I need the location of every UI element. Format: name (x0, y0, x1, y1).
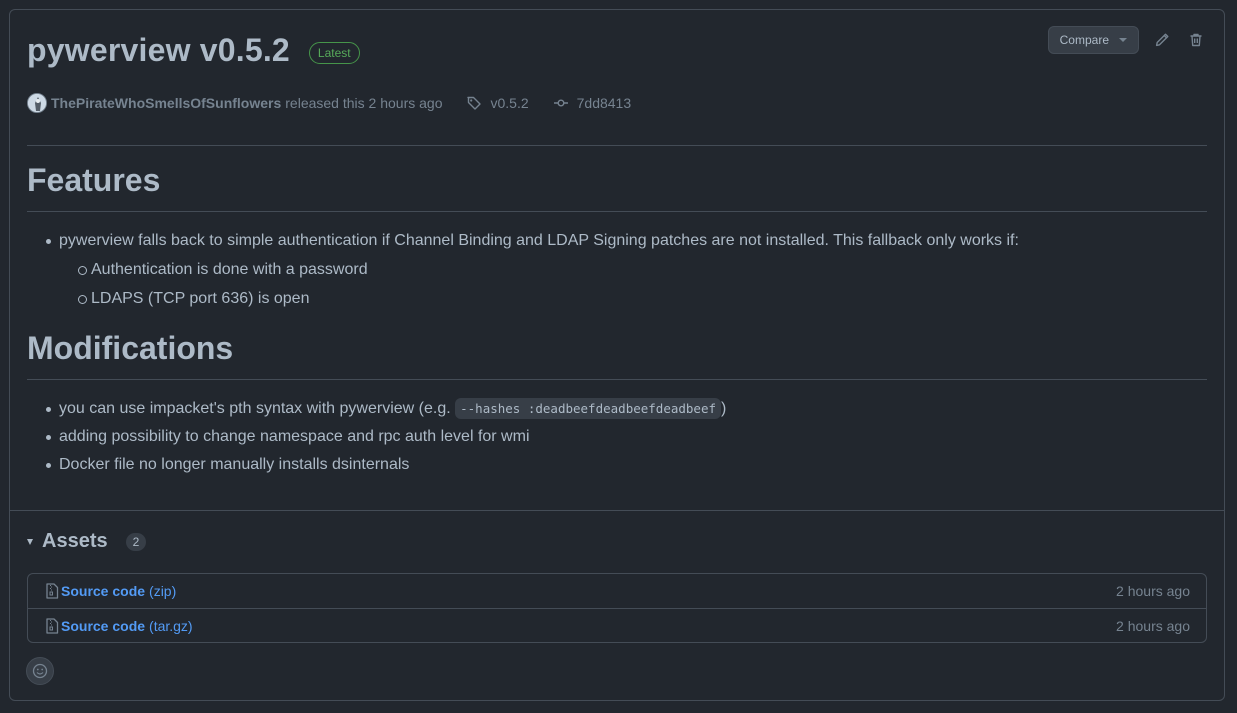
tag-icon (467, 96, 482, 110)
asset-row: Source code (zip) 2 hours ago (28, 574, 1206, 608)
asset-ext[interactable]: (tar.gz) (149, 618, 193, 634)
commit-icon (553, 99, 568, 107)
list-item: Authentication is done with a password (59, 258, 1207, 282)
smiley-icon (32, 663, 48, 679)
features-list: pywerview falls back to simple authentic… (27, 229, 1207, 315)
file-zip-icon (46, 617, 59, 634)
trash-icon (1190, 33, 1202, 47)
asset-time: 2 hours ago (1116, 617, 1190, 634)
assets-separator (10, 510, 1224, 511)
feature-text: pywerview falls back to simple authentic… (59, 232, 1019, 249)
triangle-down-icon (27, 538, 33, 545)
asset-link[interactable]: Source code (61, 583, 145, 599)
asset-time: 2 hours ago (1116, 583, 1190, 599)
list-item: you can use impacket's pth syntax with p… (27, 397, 1207, 421)
chevron-down-icon (1119, 38, 1127, 42)
released-text: released this 2 hours ago (285, 95, 443, 111)
assets-toggle[interactable]: Assets 2 (27, 530, 147, 553)
tag-label: v0.5.2 (490, 95, 529, 111)
list-item: Docker file no longer manually installs … (27, 453, 1207, 477)
tag-link[interactable]: v0.5.2 (466, 95, 529, 111)
release-title[interactable]: pywerview v0.5.2 (27, 32, 290, 69)
release-header: pywerview v0.5.2 Latest (27, 32, 360, 69)
author-link[interactable]: ThePirateWhoSmellsOfSunflowers (51, 95, 281, 111)
compare-label: Compare (1059, 33, 1109, 47)
asset-ext[interactable]: (zip) (149, 583, 176, 599)
header-divider (27, 145, 1207, 146)
asset-row: Source code (tar.gz) 2 hours ago (28, 608, 1206, 642)
release-meta: ThePirateWhoSmellsOfSunflowers released … (27, 93, 631, 113)
asset-link[interactable]: Source code (61, 618, 145, 634)
features-heading: Features (27, 162, 161, 198)
modifications-heading: Modifications (27, 330, 234, 366)
features-sublist: Authentication is done with a password L… (59, 258, 1207, 311)
assets-count: 2 (125, 532, 147, 551)
mod-text-suffix: ) (721, 400, 727, 417)
pencil-icon (1155, 33, 1169, 47)
list-item: LDAPS (TCP port 636) is open (59, 287, 1207, 311)
latest-badge: Latest (308, 41, 360, 64)
features-divider (27, 211, 1207, 212)
modifications-divider (27, 379, 1207, 380)
inline-code: --hashes :deadbeefdeadbeefdeadbeef (455, 398, 721, 419)
commit-label: 7dd8413 (576, 95, 632, 111)
edit-button[interactable] (1151, 29, 1173, 51)
list-item: pywerview falls back to simple authentic… (27, 229, 1207, 311)
author-avatar[interactable] (27, 93, 47, 113)
avatar-image (28, 94, 46, 112)
list-item: adding possibility to change namespace a… (27, 425, 1207, 449)
modifications-list: you can use impacket's pth syntax with p… (27, 397, 1207, 481)
assets-list: Source code (zip) 2 hours ago Source cod… (27, 573, 1207, 643)
mod-text-prefix: you can use impacket's pth syntax with p… (59, 400, 456, 417)
delete-button[interactable] (1185, 29, 1207, 51)
file-zip-icon (46, 583, 59, 599)
add-reaction-button[interactable] (26, 657, 54, 685)
assets-title: Assets (42, 530, 108, 552)
compare-button[interactable]: Compare (1047, 26, 1139, 54)
release-actions: Compare (1047, 26, 1207, 54)
release-card: pywerview v0.5.2 Latest Compare ThePirat… (9, 9, 1225, 701)
commit-link[interactable]: 7dd8413 (553, 95, 632, 111)
